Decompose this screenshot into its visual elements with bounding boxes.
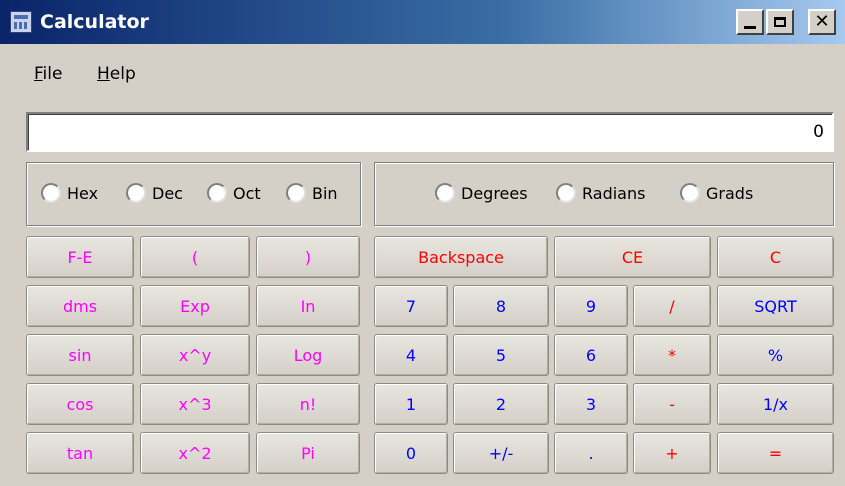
radio-circle-icon — [126, 183, 146, 203]
calculator-icon — [10, 11, 32, 33]
log-button[interactable]: Log — [256, 334, 360, 376]
tan-button[interactable]: tan — [26, 432, 134, 474]
factorial-button[interactable]: n! — [256, 383, 360, 425]
sqrt-button[interactable]: SQRT — [717, 285, 834, 327]
fe-button[interactable]: F-E — [26, 236, 134, 278]
minimize-button[interactable] — [736, 9, 764, 35]
decimal-point-button[interactable]: . — [554, 432, 628, 474]
radio-oct[interactable]: Oct — [207, 183, 261, 203]
close-paren-button[interactable]: ) — [256, 236, 360, 278]
radio-circle-icon — [680, 183, 700, 203]
multiply-button[interactable]: * — [633, 334, 711, 376]
digit-5-button[interactable]: 5 — [453, 334, 549, 376]
radio-circle-icon — [207, 183, 227, 203]
x-squared-button[interactable]: x^2 — [140, 432, 250, 474]
close-button[interactable]: ✕ — [808, 9, 836, 35]
pi-button[interactable]: Pi — [256, 432, 360, 474]
radio-circle-icon — [556, 183, 576, 203]
sin-button[interactable]: sin — [26, 334, 134, 376]
divide-button[interactable]: / — [633, 285, 711, 327]
menu-help[interactable]: Help — [97, 64, 136, 84]
maximize-button[interactable] — [766, 9, 794, 35]
digit-4-button[interactable]: 4 — [374, 334, 448, 376]
reciprocal-button[interactable]: 1/x — [717, 383, 834, 425]
dms-button[interactable]: dms — [26, 285, 134, 327]
digit-1-button[interactable]: 1 — [374, 383, 448, 425]
sign-toggle-button[interactable]: +/- — [453, 432, 549, 474]
radio-grads[interactable]: Grads — [680, 183, 753, 203]
calculator-window: Calculator ✕ File Help 0 Hex Dec Oct Bin… — [0, 0, 845, 486]
digit-2-button[interactable]: 2 — [453, 383, 549, 425]
digit-7-button[interactable]: 7 — [374, 285, 448, 327]
backspace-button[interactable]: Backspace — [374, 236, 548, 278]
clear-button[interactable]: C — [717, 236, 834, 278]
open-paren-button[interactable]: ( — [140, 236, 250, 278]
cos-button[interactable]: cos — [26, 383, 134, 425]
window-title: Calculator — [40, 11, 149, 33]
digit-8-button[interactable]: 8 — [453, 285, 549, 327]
radio-circle-icon — [41, 183, 61, 203]
radio-dec[interactable]: Dec — [126, 183, 183, 203]
digit-9-button[interactable]: 9 — [554, 285, 628, 327]
radio-degrees[interactable]: Degrees — [435, 183, 528, 203]
ln-button[interactable]: In — [256, 285, 360, 327]
clear-entry-button[interactable]: CE — [554, 236, 711, 278]
radio-hex[interactable]: Hex — [41, 183, 98, 203]
x-cubed-button[interactable]: x^3 — [140, 383, 250, 425]
radio-radians[interactable]: Radians — [556, 183, 645, 203]
subtract-button[interactable]: - — [633, 383, 711, 425]
number-base-group: Hex Dec Oct Bin — [26, 162, 361, 226]
radio-circle-icon — [435, 183, 455, 203]
x-pow-y-button[interactable]: x^y — [140, 334, 250, 376]
equals-button[interactable]: = — [717, 432, 834, 474]
result-display: 0 — [26, 112, 834, 152]
angle-unit-group: Degrees Radians Grads — [374, 162, 834, 226]
digit-6-button[interactable]: 6 — [554, 334, 628, 376]
menu-bar: File Help — [0, 44, 845, 104]
percent-button[interactable]: % — [717, 334, 834, 376]
menu-file[interactable]: File — [34, 64, 62, 84]
digit-0-button[interactable]: 0 — [374, 432, 448, 474]
radio-circle-icon — [286, 183, 306, 203]
title-bar[interactable]: Calculator ✕ — [0, 0, 845, 44]
radio-bin[interactable]: Bin — [286, 183, 338, 203]
close-icon: ✕ — [814, 11, 830, 32]
exp-button[interactable]: Exp — [140, 285, 250, 327]
digit-3-button[interactable]: 3 — [554, 383, 628, 425]
add-button[interactable]: + — [633, 432, 711, 474]
